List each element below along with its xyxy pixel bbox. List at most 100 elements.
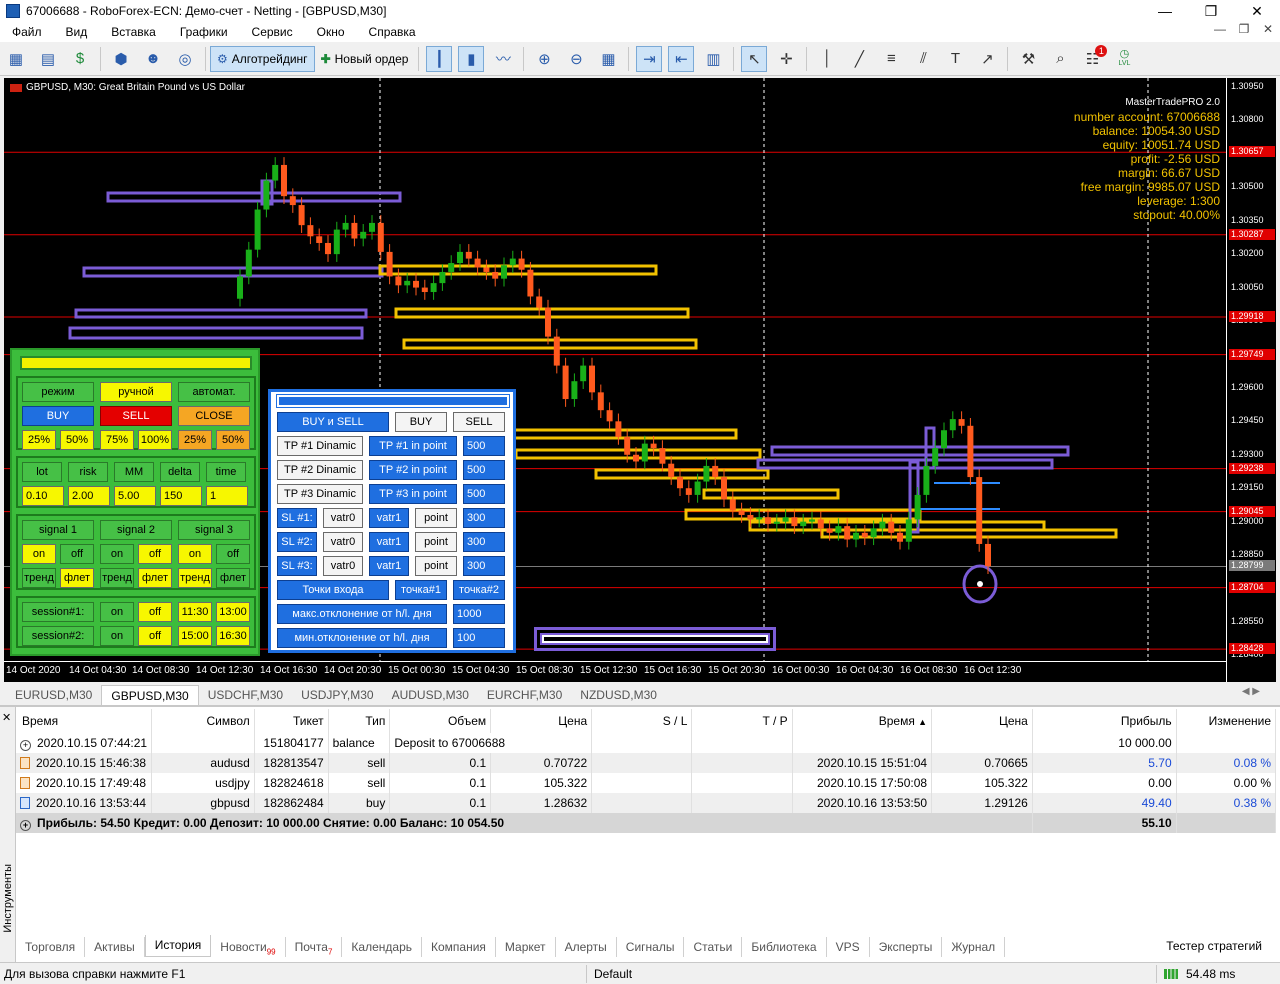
price-level-marker[interactable]: 1.29238 <box>1229 462 1275 474</box>
bar-chart-icon[interactable]: ┃ <box>426 45 453 72</box>
max-deviation-input[interactable]: 1000 <box>453 604 505 624</box>
tp1-dynamic-button[interactable]: TP #1 Dinamic <box>277 436 363 456</box>
sell-75-button[interactable]: 75% <box>100 430 134 450</box>
tab-exposure[interactable]: Активы <box>85 937 145 957</box>
close-window-button[interactable]: ✕ <box>1234 0 1280 22</box>
signal-2-trend-button[interactable]: тренд <box>100 568 134 588</box>
tp1-point-button[interactable]: TP #1 in point <box>369 436 457 456</box>
price-level-marker[interactable]: 1.28704 <box>1229 581 1275 593</box>
table-row[interactable]: +2020.10.15 07:44:21 151804177 balance D… <box>16 733 1277 753</box>
session-2-end-input[interactable]: 16:30 <box>216 626 250 646</box>
tab-news[interactable]: Новости99 <box>211 937 286 957</box>
tp-sl-header-bar[interactable] <box>276 394 510 408</box>
tab-mailbox[interactable]: Почта7 <box>286 937 343 957</box>
navigator-icon[interactable]: ⬢ <box>108 46 134 72</box>
zoom-in-icon[interactable]: ⊕ <box>531 46 557 72</box>
price-axis[interactable]: 1.309501.308001.306501.305001.303501.302… <box>1226 78 1276 682</box>
session-1-on-button[interactable]: on <box>100 602 134 622</box>
tp2-point-button[interactable]: TP #2 in point <box>369 460 457 480</box>
signal-3-on-button[interactable]: on <box>178 544 212 564</box>
line-chart-icon[interactable]: 〰 <box>490 46 516 72</box>
tp3-dynamic-button[interactable]: TP #3 Dinamic <box>277 484 363 504</box>
vertical-line-icon[interactable]: │ <box>814 46 840 72</box>
tab-journal[interactable]: Журнал <box>942 937 1006 957</box>
sl1-vatr1-button[interactable]: vatr1 <box>369 508 409 528</box>
time-input[interactable]: 1 <box>206 486 248 506</box>
session-1-end-input[interactable]: 13:00 <box>216 602 250 622</box>
mdi-minimize-icon[interactable]: — <box>1208 22 1232 36</box>
tp3-value-input[interactable]: 500 <box>463 484 505 504</box>
tp3-point-button[interactable]: TP #3 in point <box>369 484 457 504</box>
signal-2-on-button[interactable]: on <box>100 544 134 564</box>
sl1-vatr0-button[interactable]: vatr0 <box>323 508 363 528</box>
sl2-vatr0-button[interactable]: vatr0 <box>323 532 363 552</box>
menu-help[interactable]: Справка <box>357 25 428 39</box>
close-button[interactable]: CLOSE <box>178 406 250 426</box>
tab-calendar[interactable]: Календарь <box>342 937 422 957</box>
col-profit[interactable]: Прибыль <box>1032 709 1177 733</box>
col-volume[interactable]: Объем <box>389 709 492 733</box>
strategy-tester-button[interactable]: Тестер стратегий <box>1166 939 1262 953</box>
tab-usdchf[interactable]: USDCHF,M30 <box>199 685 292 705</box>
market-watch-icon[interactable]: $ <box>67 46 93 72</box>
panel-header-bar[interactable] <box>20 356 252 370</box>
menu-view[interactable]: Вид <box>54 25 100 39</box>
chart-shift-icon[interactable]: ⇤ <box>668 45 695 72</box>
menu-tools[interactable]: Сервис <box>240 25 305 39</box>
tab-market[interactable]: Маркет <box>496 937 556 957</box>
tab-audusd[interactable]: AUDUSD,M30 <box>383 685 478 705</box>
price-level-marker[interactable]: 1.30287 <box>1229 228 1275 240</box>
mdi-close-icon[interactable]: ✕ <box>1256 22 1280 36</box>
col-change[interactable]: Изменение <box>1176 709 1277 733</box>
cursor-icon[interactable]: ↖ <box>741 45 768 72</box>
session-1-start-input[interactable]: 11:30 <box>178 602 212 622</box>
time-label[interactable]: time <box>206 462 246 482</box>
new-chart-icon[interactable]: ▦ <box>3 46 29 72</box>
col-sl[interactable]: S / L <box>591 709 693 733</box>
col-price[interactable]: Цена <box>490 709 593 733</box>
tab-eurusd[interactable]: EURUSD,M30 <box>6 685 101 705</box>
session-2-label[interactable]: session#2: <box>22 626 94 646</box>
col-close-price[interactable]: Цена <box>931 709 1033 733</box>
table-row[interactable]: 2020.10.15 17:49:48 usdjpy 182824618 sel… <box>16 773 1277 793</box>
channel-icon[interactable]: ⫽ <box>910 46 936 72</box>
search-icon[interactable]: ⌕ <box>1047 46 1073 72</box>
signals-icon[interactable]: ◎ <box>172 46 198 72</box>
candle-chart-icon[interactable]: ▮ <box>458 45 485 72</box>
menu-file[interactable]: Файл <box>0 25 54 39</box>
signal-2-button[interactable]: signal 2 <box>100 520 172 540</box>
arrow-icon[interactable]: ↗ <box>974 46 1000 72</box>
text-icon[interactable]: T <box>942 46 968 72</box>
profiles-icon[interactable]: ▤ <box>35 46 61 72</box>
sl2-vatr1-button[interactable]: vatr1 <box>369 532 409 552</box>
menu-charts[interactable]: Графики <box>168 25 240 39</box>
time-axis[interactable]: 14 Oct 2020 14 Oct 04:30 14 Oct 08:30 14 Oc… <box>4 661 1226 682</box>
price-level-marker[interactable]: 1.28428 <box>1229 643 1275 655</box>
zoom-out-icon[interactable]: ⊖ <box>563 46 589 72</box>
price-level-marker[interactable]: 1.29749 <box>1229 348 1275 360</box>
notifications-icon[interactable]: ☷ 1 <box>1079 44 1108 72</box>
col-symbol[interactable]: Символ <box>151 709 255 733</box>
buy-and-sell-button[interactable]: BUY и SELL <box>277 412 389 432</box>
signal-1-trend-button[interactable]: тренд <box>22 568 56 588</box>
sl3-vatr1-button[interactable]: vatr1 <box>369 556 409 576</box>
mm-label[interactable]: MM <box>114 462 154 482</box>
close-toolbox-icon[interactable]: ✕ <box>2 711 11 724</box>
maximize-button[interactable]: ❐ <box>1188 0 1234 22</box>
col-close-time[interactable]: Время ▲ <box>792 709 933 733</box>
sl2-value-input[interactable]: 300 <box>463 532 505 552</box>
signal-1-on-button[interactable]: on <box>22 544 56 564</box>
lot-label[interactable]: lot <box>22 462 62 482</box>
tab-company[interactable]: Компания <box>422 937 496 957</box>
tab-code-base[interactable]: Библиотека <box>742 937 827 957</box>
mm-input[interactable]: 5.00 <box>114 486 156 506</box>
close-50-button[interactable]: 50% <box>216 430 250 450</box>
price-level-marker[interactable]: 1.28799 <box>1229 560 1275 572</box>
sl3-point-button[interactable]: point <box>415 556 457 576</box>
sell-only-button[interactable]: SELL <box>453 412 505 432</box>
autoscroll-icon[interactable]: ⇥ <box>636 45 663 72</box>
tab-alerts[interactable]: Алерты <box>556 937 617 957</box>
lot-input[interactable]: 0.10 <box>22 486 64 506</box>
signal-1-button[interactable]: signal 1 <box>22 520 94 540</box>
tp1-value-input[interactable]: 500 <box>463 436 505 456</box>
